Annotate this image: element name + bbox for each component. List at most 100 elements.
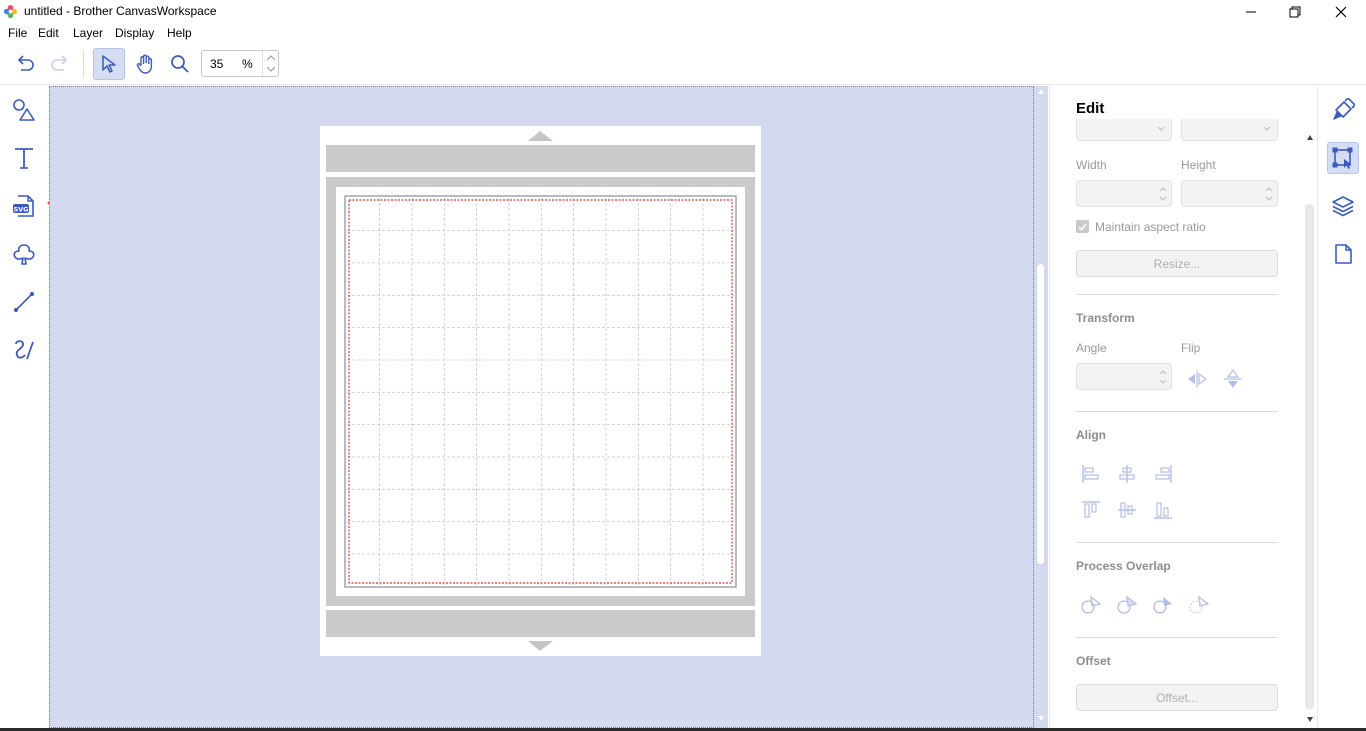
freehand-icon — [15, 340, 34, 360]
mat-grid — [326, 131, 755, 651]
text-icon — [15, 148, 33, 169]
flip-label: Flip — [1181, 341, 1201, 355]
intersect-icon[interactable] — [1116, 594, 1138, 616]
hand-icon — [136, 54, 153, 74]
resize-button[interactable]: Resize... — [1076, 250, 1278, 277]
align-middle-icon[interactable] — [1116, 499, 1138, 521]
align-right-icon[interactable] — [1152, 463, 1174, 485]
page-icon — [1335, 244, 1352, 264]
maintain-aspect-checkbox[interactable] — [1076, 220, 1089, 233]
pan-tool-button[interactable] — [129, 48, 161, 80]
canvas-scroll-thumb[interactable] — [1037, 264, 1044, 564]
edit-transform-icon — [1332, 147, 1353, 169]
angle-label: Angle — [1076, 341, 1107, 355]
main-toolbar: 35 % — [0, 43, 1366, 85]
scroll-up-icon[interactable] — [1037, 88, 1045, 96]
minimize-button[interactable] — [1228, 0, 1274, 23]
zoom-tool-button[interactable] — [164, 48, 196, 80]
layers-icon — [1332, 196, 1354, 217]
section-divider — [1076, 542, 1278, 543]
edit-panel: Edit Width Height Maintain aspect ratio … — [1049, 86, 1317, 731]
chevron-down-icon — [1263, 126, 1271, 131]
transform-title: Transform — [1076, 311, 1135, 325]
section-divider — [1076, 411, 1278, 412]
position-x-field[interactable] — [1076, 119, 1172, 141]
align-center-icon[interactable] — [1116, 463, 1138, 485]
svg-import-icon: SVG — [13, 195, 34, 217]
align-left-icon[interactable] — [1080, 463, 1102, 485]
height-field[interactable] — [1181, 180, 1278, 207]
pattern-icon — [13, 244, 35, 265]
shapes-icon — [13, 99, 35, 121]
checkmark-icon — [1078, 223, 1087, 231]
svg-import-button[interactable]: SVG — [8, 190, 40, 222]
toolbar-divider — [83, 51, 84, 77]
spinner-arrows-icon[interactable] — [1264, 184, 1274, 204]
weld-icon[interactable] — [1080, 594, 1102, 616]
maintain-aspect-label: Maintain aspect ratio — [1095, 220, 1206, 234]
restore-icon — [1289, 6, 1301, 17]
close-button[interactable] — [1318, 0, 1364, 23]
menu-layer[interactable]: Layer — [73, 26, 103, 40]
restore-button[interactable] — [1272, 0, 1318, 23]
menu-file[interactable]: File — [8, 26, 27, 40]
undo-icon — [17, 55, 34, 71]
chevron-down-icon — [1157, 126, 1165, 131]
height-label: Height — [1181, 158, 1216, 172]
width-field[interactable] — [1076, 180, 1172, 207]
menu-bar: File Edit Layer Display Help — [0, 23, 1366, 43]
width-label: Width — [1076, 158, 1107, 172]
paint-tool-button[interactable] — [1327, 94, 1359, 126]
zoom-spinner[interactable] — [262, 51, 278, 76]
pattern-tool-button[interactable] — [8, 238, 40, 270]
subtract-icon[interactable] — [1152, 594, 1174, 616]
spinner-arrows-icon[interactable] — [1158, 367, 1168, 387]
line-tool-button[interactable] — [8, 286, 40, 318]
zoom-unit: % — [242, 57, 253, 71]
right-toolbar — [1317, 86, 1366, 731]
angle-field[interactable] — [1076, 363, 1172, 390]
zoom-stepper[interactable]: 35 % — [201, 50, 279, 77]
flip-horizontal-icon[interactable] — [1186, 368, 1208, 390]
shapes-tool-button[interactable] — [8, 94, 40, 126]
close-icon — [1335, 6, 1347, 17]
window-title: untitled - Brother CanvasWorkspace — [24, 4, 217, 18]
canvas-vertical-scrollbar[interactable] — [1034, 86, 1048, 728]
cutting-mat[interactable] — [320, 126, 761, 656]
edit-panel-title: Edit — [1076, 100, 1105, 117]
offset-title: Offset — [1076, 654, 1111, 668]
menu-display[interactable]: Display — [115, 26, 154, 40]
undo-button[interactable] — [9, 48, 41, 80]
section-divider — [1076, 637, 1278, 638]
align-top-icon[interactable] — [1080, 499, 1102, 521]
arrow-cursor-icon — [102, 55, 116, 73]
spinner-arrows-icon[interactable] — [1158, 184, 1168, 204]
select-tool-button[interactable] — [93, 48, 125, 80]
align-title: Align — [1076, 428, 1106, 442]
page-settings-button[interactable] — [1327, 238, 1359, 270]
flip-vertical-icon[interactable] — [1222, 368, 1244, 390]
edit-panel-button[interactable] — [1327, 142, 1359, 174]
menu-help[interactable]: Help — [167, 26, 192, 40]
scroll-down-icon[interactable] — [1037, 714, 1045, 722]
zoom-value[interactable]: 35 — [210, 57, 223, 71]
text-tool-button[interactable] — [8, 142, 40, 174]
title-bar: untitled - Brother CanvasWorkspace — [0, 0, 1366, 23]
align-bottom-icon[interactable] — [1152, 499, 1174, 521]
position-y-field[interactable] — [1181, 119, 1278, 141]
exclude-icon[interactable] — [1188, 594, 1210, 616]
menu-edit[interactable]: Edit — [38, 26, 59, 40]
scroll-down-icon[interactable] — [1306, 715, 1314, 723]
line-icon — [14, 292, 34, 312]
process-overlap-title: Process Overlap — [1076, 559, 1171, 573]
svg-text:SVG: SVG — [13, 205, 28, 213]
spinner-arrows-icon — [266, 55, 276, 72]
app-logo-icon — [3, 4, 18, 19]
panel-scrollbar[interactable] — [1305, 204, 1314, 710]
redo-button[interactable] — [44, 48, 76, 80]
layers-button[interactable] — [1327, 190, 1359, 222]
freehand-tool-button[interactable] — [8, 334, 40, 366]
left-toolbar: SVG — [0, 86, 49, 731]
offset-button[interactable]: Offset... — [1076, 684, 1278, 711]
scroll-up-icon[interactable] — [1306, 134, 1314, 142]
